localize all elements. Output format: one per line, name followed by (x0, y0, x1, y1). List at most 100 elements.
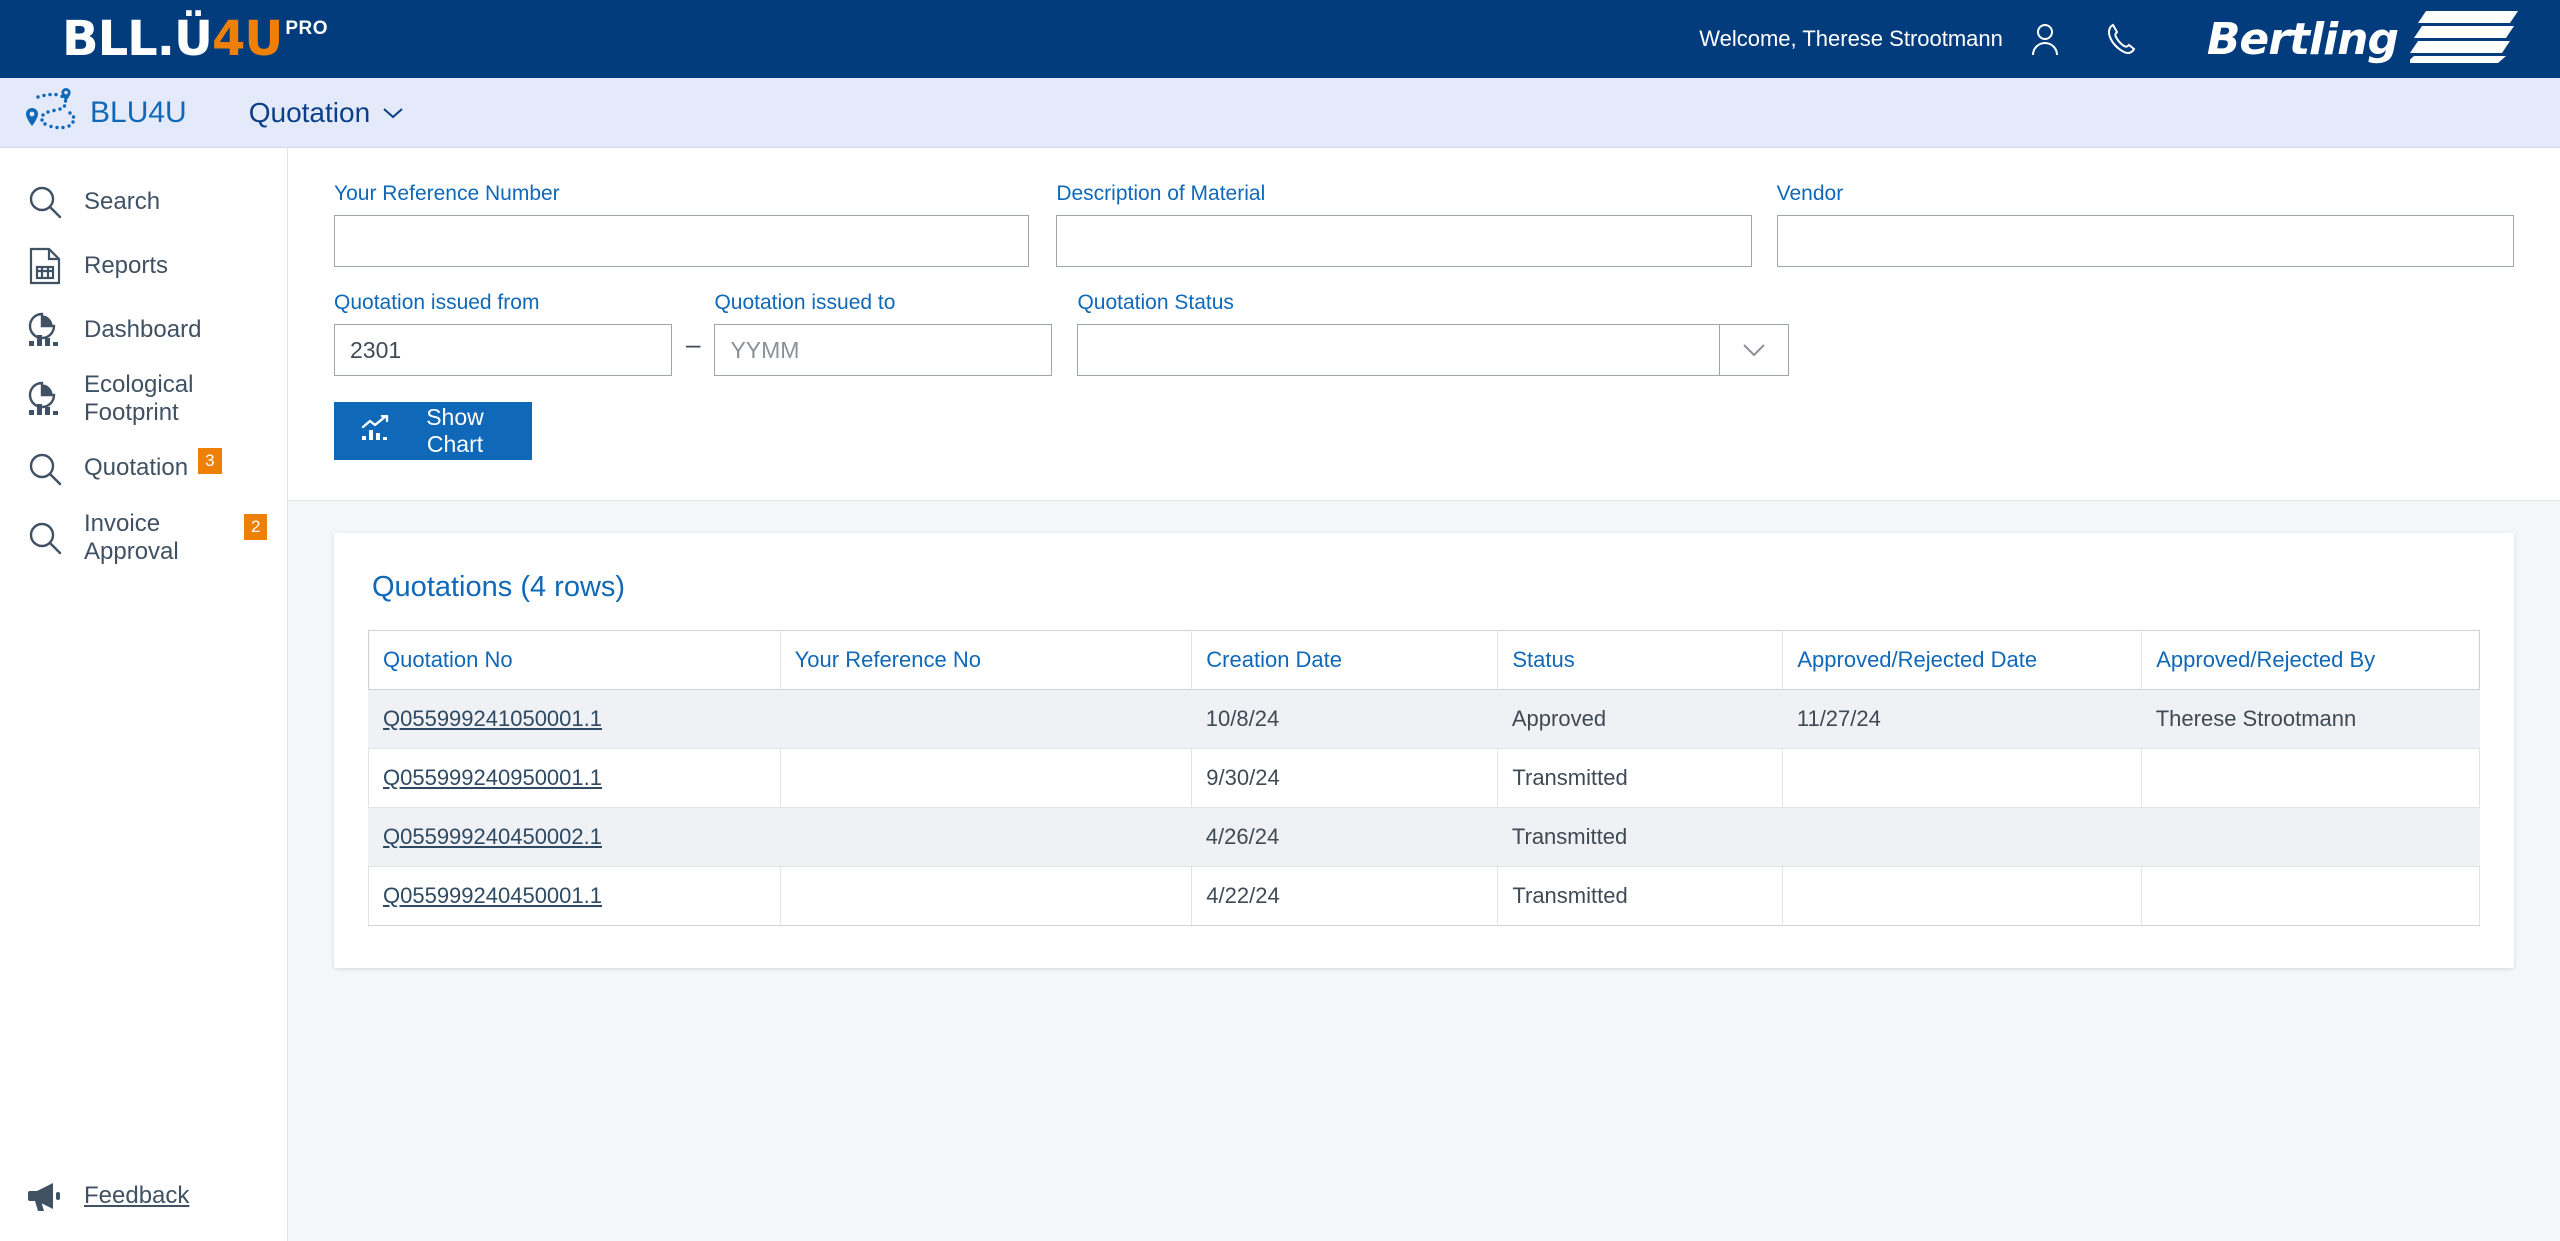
chevron-down-icon[interactable] (1719, 324, 1790, 376)
field-description-of-material: Description of Material (1056, 182, 1752, 267)
reference-number-input[interactable] (334, 215, 1030, 267)
field-label: Quotation issued to (714, 291, 896, 314)
filter-row-1: Your Reference Number Description of Mat… (334, 182, 2514, 267)
sidebar-item-invoice-approval[interactable]: Invoice Approval 2 (0, 501, 287, 576)
status-badge: 2 (244, 513, 268, 540)
cell-approved-rejected-date: 11/27/24 (1782, 689, 2142, 749)
table-body: Q055999241050001.1 10/8/24 Approved 11/2… (368, 689, 2480, 926)
sidebar-item-reports[interactable]: Reports (0, 234, 287, 298)
table-row[interactable]: Q055999240950001.1 9/30/24 Transmitted (368, 748, 2480, 808)
results-section: Quotations (4 rows) Quotation No Your Re… (288, 501, 2560, 968)
quotation-filter-panel: Your Reference Number Description of Mat… (288, 148, 2560, 501)
blu4u-pro-logo[interactable]: BL L.Ü 4U PRO (62, 15, 328, 63)
logo-blu-text: BL (62, 11, 128, 67)
cell-approved-rejected-date (1782, 866, 2143, 926)
sidebar-item-label: Dashboard (84, 315, 202, 343)
chart-pie-bar-icon (22, 376, 68, 422)
table-row[interactable]: Q055999241050001.1 10/8/24 Approved 11/2… (368, 689, 2480, 749)
sidebar-item-label: Reports (84, 251, 169, 279)
status-badge: 3 (198, 447, 222, 474)
cell-quotation-no: Q055999240950001.1 (368, 748, 781, 808)
cell-your-reference-no (780, 748, 1193, 808)
show-chart-button[interactable]: Show Chart (334, 402, 532, 460)
search-icon (22, 446, 68, 492)
cell-approved-rejected-by (2141, 748, 2480, 808)
logo-pro-text: PRO (285, 18, 329, 39)
cell-quotation-no: Q055999240450001.1 (368, 866, 781, 926)
table-row[interactable]: Q055999240450002.1 4/26/24 Transmitted (368, 807, 2480, 867)
quotation-status-select[interactable] (1077, 324, 1790, 376)
sidebar-item-ecological-footprint[interactable]: Ecological Footprint (0, 362, 287, 437)
cell-your-reference-no (780, 807, 1192, 867)
quotation-status-input[interactable] (1077, 324, 1720, 376)
cell-approved-rejected-date (1782, 748, 2143, 808)
cell-your-reference-no (780, 689, 1192, 749)
quotation-issued-to-input[interactable] (714, 324, 1053, 376)
column-header-quotation-no[interactable]: Quotation No (368, 630, 781, 690)
field-label: Quotation issued from (334, 291, 540, 314)
top-header-bar: BL L.Ü 4U PRO Welcome, Therese Strootmann… (0, 0, 2560, 78)
field-your-reference-number: Your Reference Number (334, 182, 1030, 267)
app-name-label: BLU4U (90, 95, 187, 129)
left-sidebar: Search Reports Dashboard Ecological Foot… (0, 148, 288, 1241)
sidebar-item-label: Ecological Footprint (84, 371, 194, 427)
column-header-approved-rejected-by[interactable]: Approved/Rejected By (2141, 630, 2480, 690)
field-quotation-issued-to: Quotation issued to (714, 291, 1053, 376)
cell-approved-rejected-by (2141, 866, 2480, 926)
blu4u-home-link[interactable]: BLU4U (22, 86, 187, 139)
filter-row-2: Quotation issued from – Quotation issued… (334, 291, 2514, 376)
cell-approved-rejected-by: Therese Strootmann (2141, 689, 2480, 749)
table-row[interactable]: Q055999240450001.1 4/22/24 Transmitted (368, 866, 2480, 926)
cell-status: Transmitted (1497, 807, 1783, 867)
bertling-logo[interactable]: Bertling (2207, 9, 2520, 70)
sidebar-item-label: Quotation (84, 454, 189, 482)
vendor-input[interactable] (1776, 215, 2514, 267)
logo-4u-text: 4U (211, 11, 283, 67)
column-header-status[interactable]: Status (1497, 630, 1784, 690)
chevron-down-icon (382, 106, 404, 120)
sidebar-item-label: Search (84, 187, 161, 215)
cell-creation-date: 4/22/24 (1191, 866, 1499, 926)
line-bar-chart-icon (360, 414, 390, 447)
quotation-no-link[interactable]: Q055999240450002.1 (383, 824, 602, 849)
field-label: Vendor (1776, 182, 1844, 205)
quotation-no-link[interactable]: Q055999240450001.1 (383, 883, 602, 908)
route-pin-icon (22, 86, 78, 139)
quotation-no-link[interactable]: Q055999241050001.1 (383, 706, 602, 731)
sidebar-item-search[interactable]: Search (0, 170, 287, 234)
page-body: Search Reports Dashboard Ecological Foot… (0, 148, 2560, 1241)
field-label: Quotation Status (1077, 291, 1234, 314)
bertling-stripes-icon (2406, 9, 2520, 70)
show-chart-label: Show Chart (426, 404, 484, 457)
cell-creation-date: 4/26/24 (1191, 807, 1498, 867)
quotation-issued-from-input[interactable] (334, 324, 672, 376)
cell-creation-date: 9/30/24 (1191, 748, 1499, 808)
cell-status: Transmitted (1497, 866, 1784, 926)
quotation-no-link[interactable]: Q055999240950001.1 (383, 765, 602, 790)
cell-status: Transmitted (1497, 748, 1784, 808)
cell-status: Approved (1497, 689, 1783, 749)
quotations-card: Quotations (4 rows) Quotation No Your Re… (334, 533, 2514, 968)
module-selector[interactable]: Quotation (249, 97, 404, 129)
cell-approved-rejected-date (1782, 807, 2142, 867)
cell-your-reference-no (780, 866, 1193, 926)
column-header-creation-date[interactable]: Creation Date (1191, 630, 1499, 690)
user-icon[interactable] (2019, 13, 2071, 65)
sidebar-item-dashboard[interactable]: Dashboard (0, 298, 287, 362)
module-name-label: Quotation (248, 96, 371, 128)
column-header-your-reference-no[interactable]: Your Reference No (780, 630, 1193, 690)
phone-icon[interactable] (2095, 13, 2147, 65)
cell-creation-date: 10/8/24 (1191, 689, 1498, 749)
date-range-separator: – (686, 329, 701, 359)
cell-approved-rejected-by (2141, 807, 2480, 867)
sidebar-item-quotation[interactable]: Quotation 3 (0, 437, 287, 501)
page-title: Quotations (4 rows) (372, 571, 626, 603)
description-of-material-input[interactable] (1056, 215, 1752, 267)
report-document-icon (22, 243, 68, 289)
feedback-link[interactable]: Feedback (0, 1173, 189, 1219)
quotations-table: Quotation No Your Reference No Creation … (368, 630, 2480, 926)
sidebar-item-label: Invoice Approval (84, 509, 179, 565)
column-header-approved-rejected-date[interactable]: Approved/Rejected Date (1782, 630, 2143, 690)
logo-u-text: L.Ü (127, 11, 213, 67)
sidebar-nav-list: Search Reports Dashboard Ecological Foot… (0, 148, 287, 575)
